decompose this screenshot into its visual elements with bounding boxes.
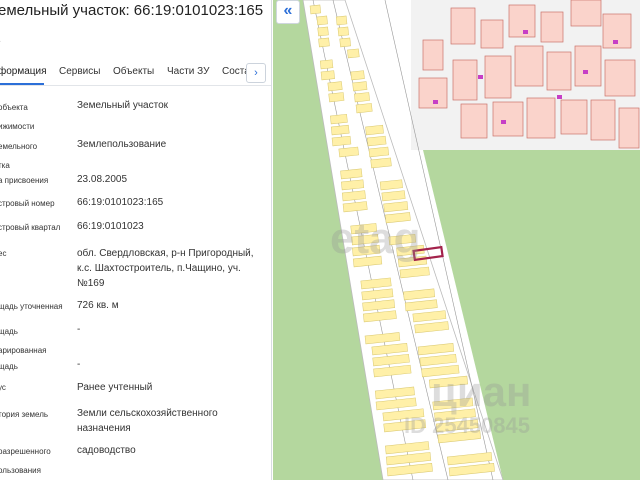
info-value: Земли сельскохозяйственного назначения (77, 408, 218, 434)
garden-parcel (365, 124, 384, 136)
garden-parcel (328, 92, 345, 103)
garden-parcel (319, 59, 334, 70)
garden-parcel (338, 146, 359, 158)
info-label: стровый квартал (0, 223, 61, 232)
garden-parcel (320, 70, 335, 81)
building (560, 99, 588, 135)
building (570, 0, 602, 27)
info-label: разрешенного ользования (0, 447, 51, 475)
building-marker (583, 70, 588, 74)
chevron-right-icon: › (254, 67, 258, 79)
info-label: а присвоения (0, 176, 49, 185)
building (450, 7, 476, 45)
info-label: ус (0, 383, 6, 392)
building (574, 45, 602, 87)
tab-parts[interactable]: Части ЗУ (167, 66, 209, 77)
tab-information[interactable]: формация (0, 66, 47, 77)
tab-objects[interactable]: Объекты (113, 66, 154, 77)
garden-parcel (368, 146, 390, 158)
info-label: щадь арированная (0, 327, 47, 355)
cadastral-map[interactable]: etag циан ID 25450845 (273, 0, 640, 480)
info-value: Ранее учтенный (77, 382, 153, 393)
info-label: стровый номер (0, 199, 55, 208)
watermark-id: ID 25450845 (404, 413, 530, 438)
garden-parcel (337, 26, 349, 37)
building (604, 59, 636, 97)
tab-bar: формация Сервисы Объекты Части ЗУ Соста (0, 60, 271, 86)
building-marker (478, 75, 483, 79)
info-panel: емельный участок: 66:19:0101023:165 · фо… (0, 0, 272, 480)
info-label: емельного тка (0, 142, 38, 170)
garden-parcel (318, 37, 330, 48)
garden-parcel (309, 4, 322, 15)
info-value: обл. Свердловская, р-н Пригородный, к.с.… (77, 248, 254, 289)
tabs-scroll-right-button[interactable]: › (246, 63, 266, 83)
building-marker (613, 40, 618, 44)
watermark-text: etag (330, 214, 421, 263)
info-label: тория земель (0, 410, 49, 419)
garden-parcel (352, 81, 368, 92)
info-value: - (77, 324, 81, 335)
building-marker (501, 120, 506, 124)
garden-parcel (335, 15, 348, 26)
panel-title: емельный участок: 66:19:0101023:165 (0, 2, 264, 19)
building (514, 45, 544, 87)
double-chevron-left-icon: « (283, 2, 293, 19)
info-label: щадь уточненная (0, 302, 63, 311)
info-label: объекта ижимости (0, 103, 35, 131)
building (618, 107, 640, 149)
info-value: 66:19:0101023 (77, 221, 144, 232)
info-label: ес (0, 249, 7, 258)
garden-parcel (317, 26, 329, 37)
info-value: 23.08.2005 (77, 174, 128, 185)
building-marker (557, 95, 562, 99)
active-tab-indicator (0, 83, 44, 85)
garden-parcel (327, 81, 343, 92)
building (422, 39, 444, 71)
panel-dot: · (0, 36, 1, 47)
building (546, 51, 572, 91)
watermark-brand: циан (431, 368, 532, 415)
info-value: Землепользование (77, 139, 167, 150)
building (452, 59, 478, 101)
garden-parcel (354, 92, 370, 103)
building (590, 99, 616, 141)
info-value: садоводство (77, 445, 136, 456)
building (492, 101, 524, 137)
building (484, 55, 512, 99)
garden-parcel (331, 135, 352, 147)
building-marker (523, 30, 528, 34)
info-label: щадь (0, 362, 18, 371)
building (480, 19, 504, 49)
garden-parcel (339, 37, 351, 48)
info-value: 726 кв. м (77, 300, 119, 311)
tab-services[interactable]: Сервисы (59, 66, 100, 77)
building (460, 103, 488, 139)
garden-parcel (366, 135, 387, 147)
info-value: - (77, 359, 81, 370)
info-value: 66:19:0101023:165 (77, 197, 164, 208)
building (540, 11, 564, 43)
garden-parcel (330, 124, 350, 136)
garden-parcel (350, 70, 365, 81)
building (508, 4, 536, 38)
building-marker (433, 100, 438, 104)
garden-parcel (355, 103, 373, 114)
garden-parcel (316, 15, 328, 26)
garden-parcel (330, 114, 348, 125)
garden-parcel (347, 48, 360, 59)
building (526, 97, 556, 139)
info-value: Земельный участок (77, 100, 169, 111)
collapse-panel-button[interactable]: « (276, 0, 300, 24)
